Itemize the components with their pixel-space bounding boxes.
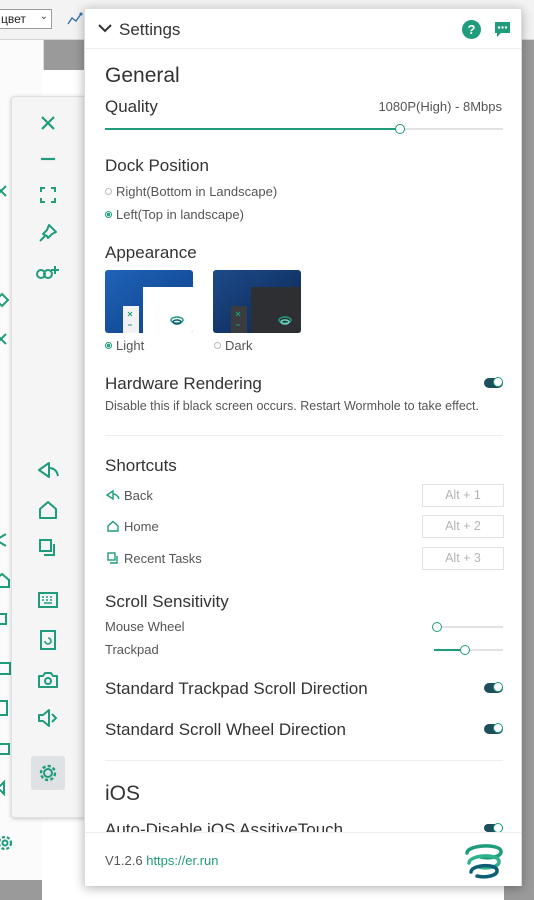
standard-wheel-direction-toggle[interactable]	[484, 723, 503, 734]
shortcut-label: Recent Tasks	[124, 551, 202, 566]
help-icon[interactable]: ?	[462, 20, 481, 39]
draw-tool-icon[interactable]	[66, 10, 84, 28]
rotate-button[interactable]	[33, 625, 63, 655]
auto-disable-assistivetouch-toggle[interactable]	[484, 823, 503, 833]
version-label: V1.2.6	[105, 853, 143, 868]
keyboard-button[interactable]	[33, 585, 63, 615]
rotate-icon	[40, 630, 56, 650]
divider	[105, 435, 503, 436]
mouse-wheel-slider[interactable]	[432, 622, 503, 632]
home-icon	[107, 520, 119, 532]
general-heading: General	[105, 64, 180, 87]
auto-disable-assistivetouch-label: Auto-Disable iOS AssitiveTouch	[105, 820, 344, 832]
connect-icon	[36, 266, 59, 279]
quality-slider-fill	[105, 128, 400, 130]
home-button[interactable]	[33, 495, 63, 525]
connect-button[interactable]	[33, 257, 63, 287]
shortcut-home-row: Home	[105, 519, 159, 534]
back-icon	[38, 462, 59, 478]
shortcut-recent-tasks-row: Recent Tasks	[105, 551, 202, 566]
quality-slider-knob[interactable]	[394, 124, 405, 134]
keyboard-icon	[38, 592, 58, 608]
radio-icon	[105, 211, 112, 218]
appearance-heading: Appearance	[105, 243, 197, 262]
settings-title: Settings	[119, 20, 181, 39]
quality-label: Quality	[105, 97, 158, 116]
standard-trackpad-direction-label: Standard Trackpad Scroll Direction	[105, 679, 368, 698]
mouse-wheel-label: Mouse Wheel	[105, 619, 185, 634]
volume-button[interactable]	[33, 703, 63, 733]
radio-icon	[105, 188, 112, 195]
scroll-sensitivity-heading: Scroll Sensitivity	[105, 592, 229, 611]
hardware-rendering-label: Hardware Rendering	[105, 374, 262, 393]
background-select-value: цвет	[1, 12, 26, 26]
mouse-wheel-slider-knob[interactable]	[432, 622, 443, 632]
quality-slider[interactable]	[105, 124, 503, 134]
settings-panel: Settings ? General Quality 1080P(High) -…	[84, 8, 522, 886]
dock-toolbar	[11, 96, 85, 818]
recent-tasks-icon	[39, 539, 55, 556]
recent-tasks-icon	[107, 552, 118, 564]
home-icon	[39, 501, 57, 519]
standard-wheel-direction-label: Standard Scroll Wheel Direction	[105, 720, 346, 739]
light-theme-preview[interactable]	[105, 270, 193, 333]
appearance-light-option[interactable]: Light	[105, 338, 144, 353]
shortcut-back-keys[interactable]: Alt + 1	[422, 484, 504, 507]
radio-icon	[214, 342, 221, 349]
dock-position-right-option[interactable]: Right(Bottom in Landscape)	[105, 184, 277, 199]
gear-icon	[0, 835, 13, 851]
trackpad-label: Trackpad	[105, 642, 159, 657]
radio-icon	[105, 342, 112, 349]
chevron-down-icon: ⌄	[39, 11, 48, 22]
settings-footer: V1.2.6 https://er.run	[85, 832, 521, 886]
website-link[interactable]: https://er.run	[146, 853, 218, 868]
option-label: Light	[116, 338, 145, 353]
background-select[interactable]: цвет ⌄	[0, 9, 52, 29]
back-icon	[105, 489, 120, 501]
dark-theme-preview[interactable]	[213, 270, 301, 333]
feedback-chat-icon[interactable]	[493, 20, 512, 39]
shortcut-label: Back	[124, 488, 153, 503]
close-icon	[41, 116, 55, 130]
shortcuts-heading: Shortcuts	[105, 456, 177, 475]
option-label: Dark	[225, 338, 253, 353]
shortcut-back-row: Back	[105, 488, 153, 503]
close-button[interactable]	[33, 108, 63, 138]
appearance-dark-option[interactable]: Dark	[214, 338, 252, 353]
wormhole-logo-icon	[465, 844, 503, 879]
camera-icon	[38, 672, 58, 688]
dock-position-heading: Dock Position	[105, 156, 209, 175]
shortcut-label: Home	[124, 519, 159, 534]
fullscreen-button[interactable]	[33, 180, 63, 210]
chevron-down-icon[interactable]	[97, 22, 113, 34]
ios-heading: iOS	[105, 782, 141, 805]
volume-icon	[38, 709, 58, 727]
divider	[105, 760, 503, 761]
trackpad-slider[interactable]	[434, 645, 503, 655]
screenshot-button[interactable]	[33, 665, 63, 695]
dock-position-left-option[interactable]: Left(Top in landscape)	[105, 207, 244, 222]
fullscreen-icon	[40, 187, 56, 203]
shortcut-recent-tasks-keys[interactable]: Alt + 3	[422, 547, 504, 570]
settings-button[interactable]	[31, 756, 65, 790]
option-label: Right(Bottom in Landscape)	[116, 184, 278, 199]
recent-tasks-button[interactable]	[33, 533, 63, 563]
pin-button[interactable]	[33, 218, 63, 248]
option-label: Left(Top in landscape)	[116, 207, 244, 222]
hardware-rendering-description: Disable this if black screen occurs. Res…	[105, 399, 479, 413]
settings-header: Settings ?	[85, 9, 521, 49]
pin-icon	[39, 224, 57, 242]
standard-trackpad-direction-toggle[interactable]	[484, 682, 503, 693]
back-button[interactable]	[33, 455, 63, 485]
trackpad-slider-knob[interactable]	[460, 645, 471, 655]
settings-gear-icon	[39, 764, 57, 782]
version-info: V1.2.6 https://er.run	[105, 853, 218, 868]
minimize-button[interactable]	[33, 144, 63, 174]
minimize-icon	[41, 157, 55, 161]
hardware-rendering-toggle[interactable]	[484, 377, 503, 388]
quality-value: 1080P(High) - 8Mbps	[378, 99, 502, 114]
shortcut-home-keys[interactable]: Alt + 2	[422, 515, 504, 538]
